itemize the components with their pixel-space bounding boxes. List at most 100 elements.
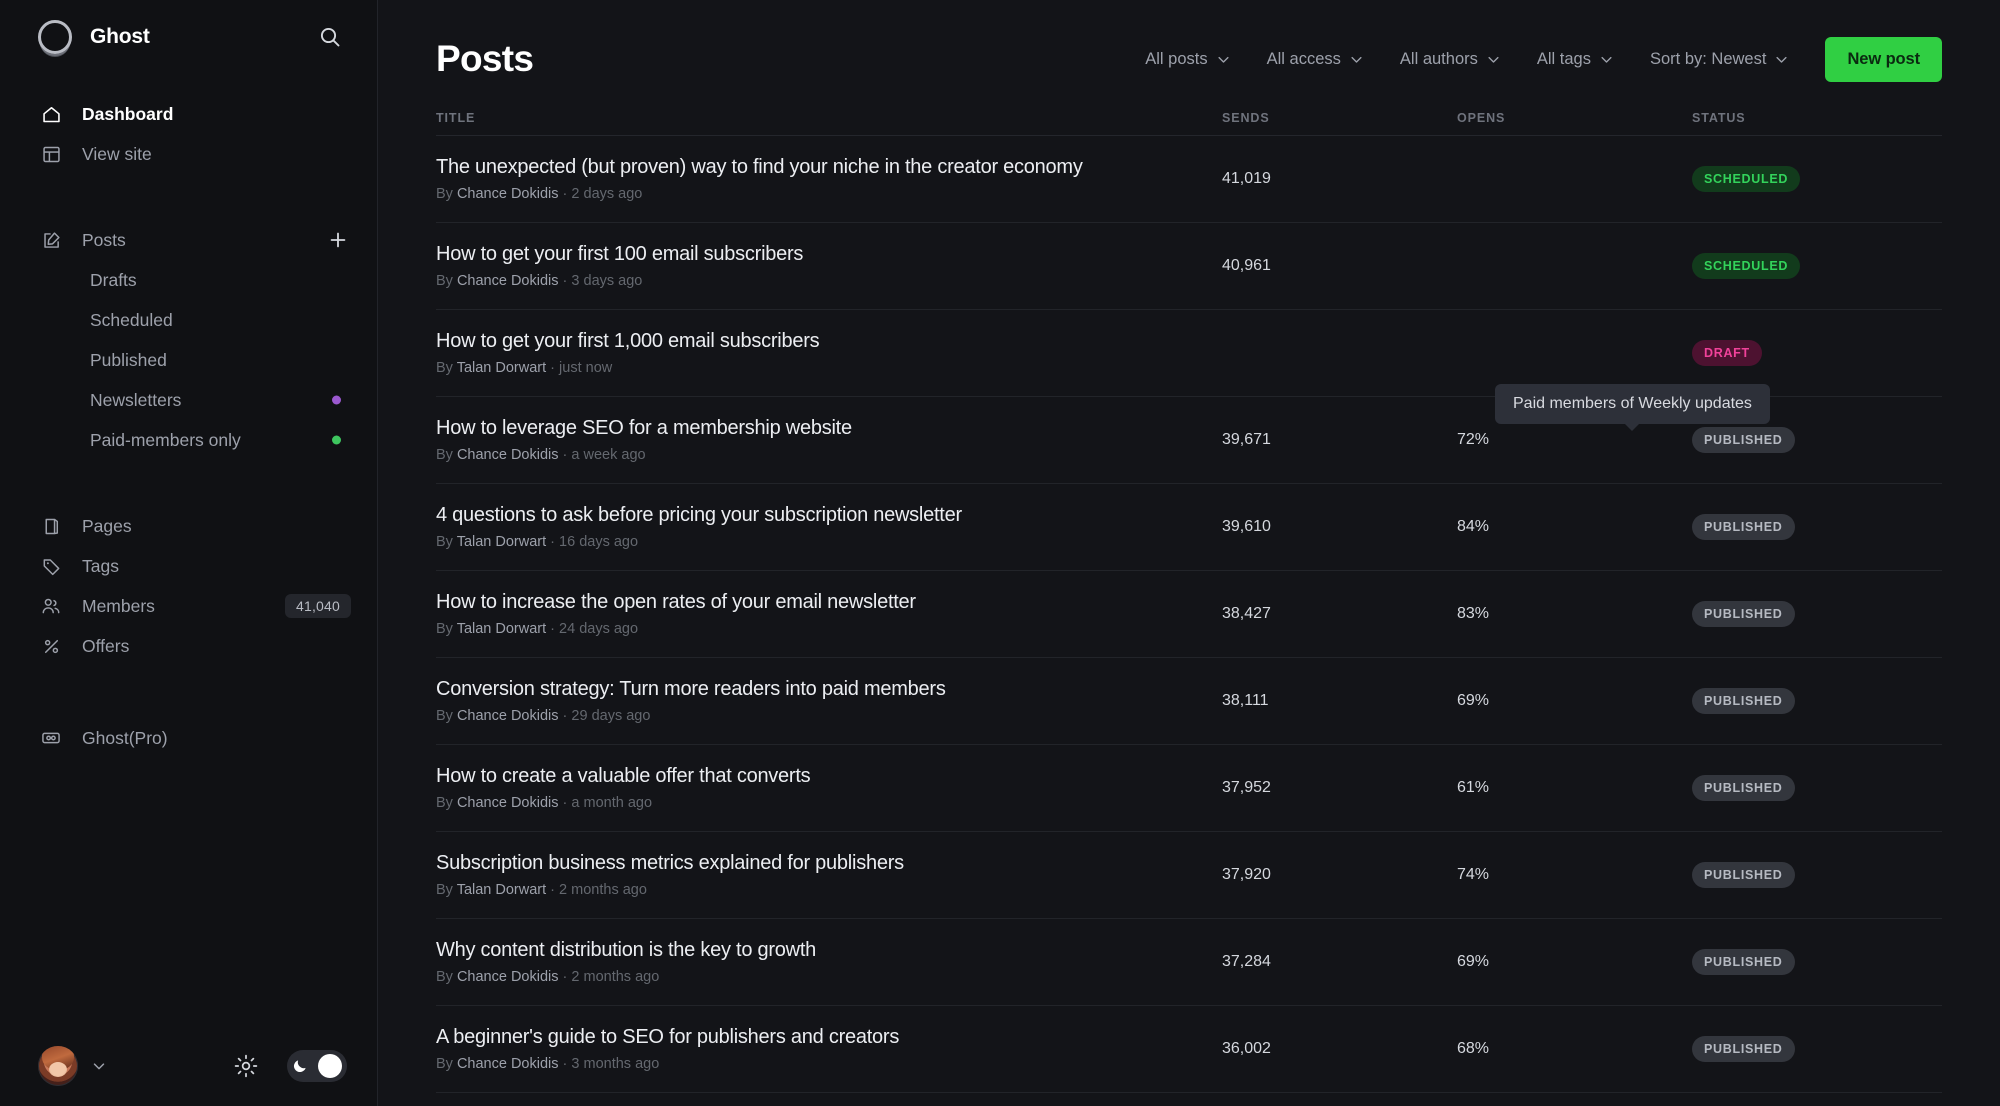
filter-all-posts[interactable]: All posts: [1145, 50, 1230, 69]
filter-label: All authors: [1399, 49, 1478, 68]
layout-icon: [38, 141, 64, 167]
post-title[interactable]: How to leverage SEO for a membership web…: [436, 417, 1198, 440]
post-author: Talan Dorwart: [456, 621, 547, 637]
column-header-status: STATUS: [1692, 111, 1746, 125]
post-meta: By Chance Dokidis · 3 days ago: [436, 273, 643, 289]
sidebar-item-label: Newsletters: [90, 389, 182, 410]
sidebar: Ghost Dashboard View site Posts Drafts S…: [0, 0, 378, 1106]
post-title[interactable]: How to increase the open rates of your e…: [436, 591, 1198, 614]
post-status-cell: PUBLISHED: [1692, 601, 1942, 627]
sidebar-item-published[interactable]: Published: [0, 340, 377, 380]
brand[interactable]: Ghost: [38, 20, 150, 54]
plus-icon[interactable]: [325, 227, 351, 253]
edit-pencil-icon: [38, 227, 64, 253]
table-row[interactable]: How to get your first 1,000 email subscr…: [436, 310, 1942, 397]
post-title-cell: How to leverage SEO for a membership web…: [436, 417, 1222, 463]
post-sends: 37,920: [1222, 866, 1271, 883]
book-icon: [38, 513, 64, 539]
post-meta: By Talan Dorwart · 24 days ago: [436, 621, 639, 637]
table-row[interactable]: A beginner's guide to SEO for publishers…: [436, 1006, 1942, 1093]
table-row[interactable]: How to create a valuable offer that conv…: [436, 745, 1942, 832]
post-author: Talan Dorwart: [456, 360, 547, 376]
sidebar-item-posts[interactable]: Posts: [0, 220, 377, 260]
column-header-title: TITLE: [436, 111, 476, 125]
post-status-cell: PUBLISHED: [1692, 688, 1942, 714]
sidebar-header: Ghost: [0, 0, 377, 74]
post-meta: By Talan Dorwart · 2 months ago: [436, 882, 647, 898]
post-status-cell: PUBLISHED: [1692, 514, 1942, 540]
filter-all-access[interactable]: All access: [1267, 50, 1364, 69]
sidebar-item-members[interactable]: Members 41,040: [0, 586, 377, 626]
post-author: Chance Dokidis: [456, 447, 559, 463]
sidebar-item-drafts[interactable]: Drafts: [0, 260, 377, 300]
post-timestamp: 16 days ago: [559, 534, 639, 550]
user-menu-button[interactable]: [38, 1046, 108, 1086]
post-title[interactable]: Subscription business metrics explained …: [436, 852, 1198, 875]
avatar: [38, 1046, 78, 1086]
sidebar-item-view-site[interactable]: View site: [0, 134, 377, 174]
post-title[interactable]: The unexpected (but proven) way to find …: [436, 156, 1198, 179]
new-post-button[interactable]: New post: [1825, 36, 1942, 82]
column-header-sends: SENDS: [1222, 111, 1270, 125]
post-title-cell: How to increase the open rates of your e…: [436, 591, 1222, 637]
filter-all-tags[interactable]: All tags: [1537, 50, 1614, 69]
post-opens: 61%: [1457, 779, 1490, 796]
post-title[interactable]: How to create a valuable offer that conv…: [436, 765, 1198, 788]
table-row[interactable]: How to leverage SEO for a membership web…: [436, 397, 1942, 484]
post-sends: 39,671: [1222, 431, 1271, 448]
post-timestamp: a week ago: [571, 447, 646, 463]
post-author: Chance Dokidis: [456, 708, 559, 724]
status-badge: PUBLISHED: [1692, 427, 1795, 453]
sidebar-item-ghost-pro[interactable]: Ghost(Pro): [0, 718, 377, 758]
post-title[interactable]: Conversion strategy: Turn more readers i…: [436, 678, 1198, 701]
post-meta: By Chance Dokidis · a week ago: [436, 447, 646, 463]
sidebar-item-paid-members-only[interactable]: Paid-members only: [0, 420, 377, 460]
sidebar-item-newsletters[interactable]: Newsletters: [0, 380, 377, 420]
sidebar-item-pages[interactable]: Pages: [0, 506, 377, 546]
table-row[interactable]: Subscription business metrics explained …: [436, 832, 1942, 919]
sidebar-item-scheduled[interactable]: Scheduled: [0, 300, 377, 340]
table-row[interactable]: 4 questions to ask before pricing your s…: [436, 484, 1942, 571]
filter-sort-by[interactable]: Sort by: Newest: [1650, 50, 1789, 69]
page-title: Posts: [436, 38, 534, 79]
table-row[interactable]: Why content distribution is the key to g…: [436, 919, 1942, 1006]
post-title[interactable]: How to get your first 1,000 email subscr…: [436, 330, 1198, 353]
post-timestamp: 3 months ago: [571, 1056, 660, 1072]
post-sends: 38,427: [1222, 605, 1271, 622]
header-controls: All posts All access All authors All tag…: [1145, 36, 1942, 82]
filter-all-authors[interactable]: All authors: [1400, 50, 1501, 69]
post-author: Chance Dokidis: [456, 1056, 559, 1072]
table-body: The unexpected (but proven) way to find …: [436, 136, 1942, 1093]
ghost-pro-icon: [38, 725, 64, 751]
post-meta: By Chance Dokidis · a month ago: [436, 795, 653, 811]
table-row[interactable]: How to get your first 100 email subscrib…: [436, 223, 1942, 310]
post-status-cell: PUBLISHED: [1692, 949, 1942, 975]
status-badge: PUBLISHED: [1692, 601, 1795, 627]
table-row[interactable]: Conversion strategy: Turn more readers i…: [436, 658, 1942, 745]
post-title[interactable]: 4 questions to ask before pricing your s…: [436, 504, 1198, 527]
gear-icon[interactable]: [231, 1051, 261, 1081]
sidebar-item-tags[interactable]: Tags: [0, 546, 377, 586]
post-title[interactable]: How to get your first 100 email subscrib…: [436, 243, 1198, 266]
moon-icon: [292, 1058, 308, 1074]
status-badge: PUBLISHED: [1692, 688, 1795, 714]
dark-mode-toggle[interactable]: [287, 1050, 347, 1082]
sidebar-item-dashboard[interactable]: Dashboard: [0, 94, 377, 134]
post-title-cell: How to get your first 100 email subscrib…: [436, 243, 1222, 289]
post-title[interactable]: A beginner's guide to SEO for publishers…: [436, 1026, 1198, 1049]
sidebar-item-offers[interactable]: Offers: [0, 626, 377, 666]
post-title[interactable]: Why content distribution is the key to g…: [436, 939, 1198, 962]
post-opens: 83%: [1457, 605, 1490, 622]
post-meta: By Chance Dokidis · 2 days ago: [436, 186, 643, 202]
tag-icon: [38, 553, 64, 579]
sidebar-item-label: Drafts: [90, 269, 137, 290]
post-title-cell: How to create a valuable offer that conv…: [436, 765, 1222, 811]
post-meta: By Talan Dorwart · just now: [436, 360, 613, 376]
table-row[interactable]: How to increase the open rates of your e…: [436, 571, 1942, 658]
table-row[interactable]: The unexpected (but proven) way to find …: [436, 136, 1942, 223]
post-opens: 69%: [1457, 953, 1490, 970]
status-badge: PUBLISHED: [1692, 949, 1795, 975]
search-icon[interactable]: [313, 20, 347, 54]
